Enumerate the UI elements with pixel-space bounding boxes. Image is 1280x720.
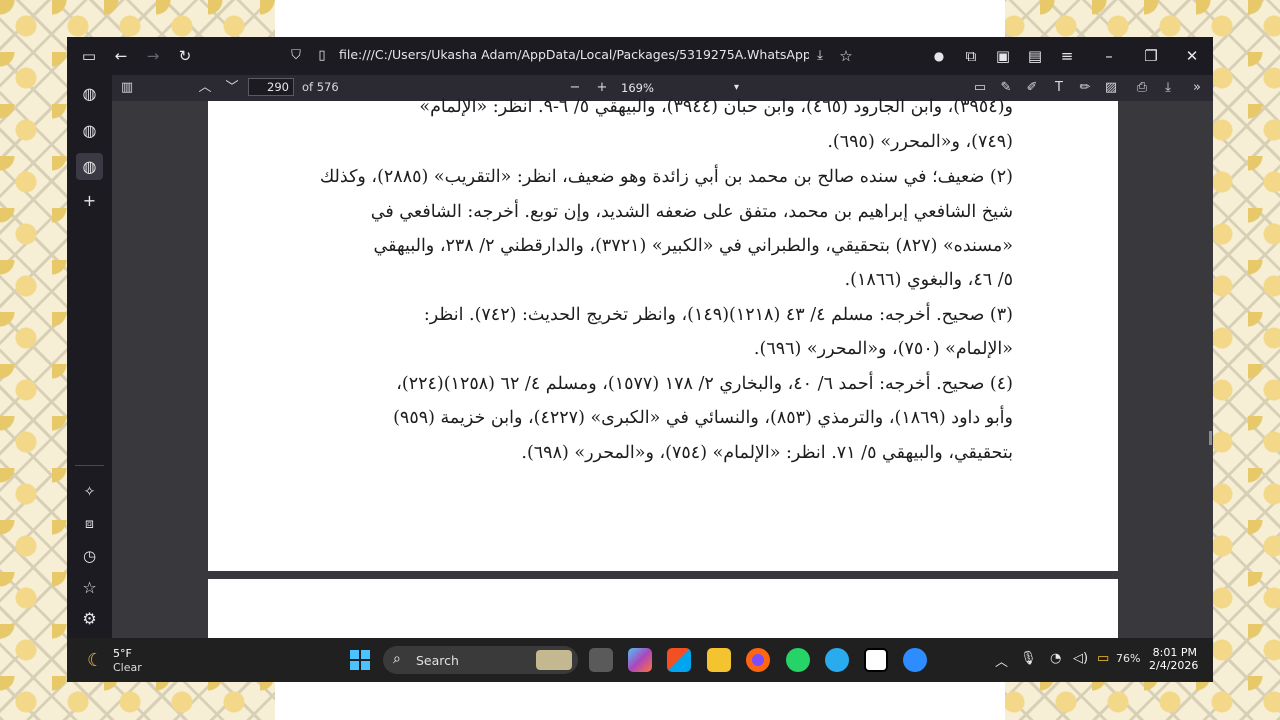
more-tools-icon[interactable]: » [1186, 78, 1208, 98]
taskbar: ☾ 5°F Clear ⌕ Search ︿ 🎙 ◔ ◁) ▭ 76% 8:01… [67, 638, 1213, 682]
taskbar-search[interactable]: ⌕ Search [383, 646, 578, 674]
previous-page-button[interactable]: ︿ [194, 78, 216, 98]
start-button[interactable] [350, 650, 370, 670]
moon-icon[interactable]: ☾ [87, 650, 103, 671]
chevron-up-icon[interactable]: ︿ [995, 651, 1008, 670]
pdf-viewer[interactable]: و(٣٩٥٤)، وابن الجارود (٤٦٥)، وابن حبان (… [112, 97, 1213, 649]
account-icon[interactable]: ● [927, 45, 951, 67]
shield-icon[interactable]: ⛉ [284, 45, 308, 67]
image-icon[interactable]: ▨ [1100, 78, 1122, 98]
page-total-label: of 576 [302, 80, 339, 94]
sparkle-icon[interactable]: ✧ [76, 479, 103, 506]
wifi-icon[interactable]: ◔ [1050, 651, 1061, 666]
container-icon[interactable]: ▣ [991, 45, 1015, 67]
extensions-icon[interactable]: ⧉ [959, 45, 983, 67]
download-icon[interactable]: ⤓ [808, 45, 832, 67]
telegram-icon[interactable] [825, 648, 849, 672]
volume-icon[interactable]: ◁) [1073, 651, 1088, 666]
weather-temperature[interactable]: 5°F [113, 647, 132, 660]
whatsapp-icon[interactable] [786, 648, 810, 672]
text-line: (٤) صحيح. أخرجه: أحمد ٦/ ٤٠، والبخاري ٢/… [396, 374, 1013, 394]
firefox-icon[interactable] [746, 648, 770, 672]
web-panel-icon[interactable]: ◍ [76, 153, 103, 180]
microphone-icon[interactable]: 🎙 [1020, 651, 1037, 666]
highlight-icon[interactable]: ✐ [1021, 78, 1043, 98]
text-line: وأبو داود (١٨٦٩)، والترمذي (٨٥٣)، والنسا… [393, 408, 1013, 428]
background-panel-top [275, 0, 1005, 38]
sidebar-toggle-icon[interactable]: ▥ [116, 78, 138, 98]
browser-sidebar: ◍ ◍ ◍ + ✧ ⧈ ◷ ☆ ⚙ [67, 75, 112, 637]
next-page-button[interactable]: ﹀ [221, 78, 243, 98]
battery-icon[interactable]: ▭ [1097, 651, 1109, 666]
page-number-input[interactable]: 290 [248, 78, 294, 96]
web-panel-icon[interactable]: ◍ [76, 80, 103, 107]
bookmarks-icon[interactable]: ☆ [76, 574, 103, 601]
menu-icon[interactable]: ≡ [1055, 45, 1079, 67]
bookmark-star-icon[interactable]: ☆ [834, 45, 858, 67]
store-icon[interactable] [667, 648, 691, 672]
maximize-button[interactable]: ❐ [1139, 45, 1163, 67]
text-line: «الإلمام» (٧٥٠)، و«المحرر» (٦٩٦). [753, 339, 1013, 359]
zoom-icon[interactable] [903, 648, 927, 672]
print-icon[interactable]: ⎙ [1131, 78, 1153, 98]
forward-button[interactable]: → [141, 45, 165, 67]
text-line: (٧٤٩)، و«المحرر» (٦٩٥). [827, 132, 1013, 152]
history-icon[interactable]: ◷ [76, 543, 103, 570]
text-line: شيخ الشافعي إبراهيم بن محمد، متفق على ضع… [370, 202, 1013, 222]
text-line: ٥/ ٤٦، والبغوي (١٨٦٦). [844, 270, 1013, 290]
reader-icon[interactable]: ▤ [1023, 45, 1047, 67]
draw-icon[interactable]: ✏ [1074, 78, 1096, 98]
copilot-icon[interactable] [628, 648, 652, 672]
sidebar-toggle-icon[interactable]: ▭ [77, 45, 101, 67]
settings-gear-icon[interactable]: ⚙ [76, 605, 103, 632]
clock-date: 2/4/2026 [1149, 659, 1199, 672]
text-line: بتحقيقي، والبيهقي ٥/ ٧١. انظر: «الإلمام»… [521, 443, 1013, 463]
browser-toolbar: ▭ ← → ↻ ⛉ ▯ file:///C:/Users/Ukasha Adam… [67, 37, 1213, 75]
save-icon[interactable]: ⤓ [1157, 78, 1179, 98]
file-explorer-icon[interactable] [707, 648, 731, 672]
clock-time: 8:01 PM [1152, 646, 1197, 659]
minimize-button[interactable]: – [1097, 45, 1121, 67]
reload-button[interactable]: ↻ [173, 45, 197, 67]
search-icon: ⌕ [393, 651, 401, 667]
weather-description[interactable]: Clear [113, 661, 142, 674]
text-line: (٣) صحيح. أخرجه: مسلم ٤/ ٤٣ (١٢١٨)(١٤٩)،… [423, 305, 1013, 325]
pdf-page: و(٣٩٥٤)، وابن الجارود (٤٦٥)، وابن حبان (… [208, 97, 1118, 571]
text-line: «مسنده» (٨٢٧) بتحقيقي، والطبراني في «الك… [373, 236, 1013, 256]
browser-window: ▭ ← → ↻ ⛉ ▯ file:///C:/Users/Ukasha Adam… [67, 37, 1213, 682]
notion-icon[interactable] [864, 648, 888, 672]
search-highlight-image [536, 650, 572, 670]
web-panel-icon[interactable]: ◍ [76, 117, 103, 144]
text-line: و(٣٩٥٤)، وابن الجارود (٤٦٥)، وابن حبان (… [419, 97, 1013, 117]
add-panel-icon[interactable]: + [76, 187, 103, 214]
system-clock[interactable]: 8:01 PM 2/4/2026 [1149, 646, 1199, 672]
url-bar[interactable]: file:///C:/Users/Ukasha Adam/AppData/Loc… [339, 47, 809, 65]
back-button[interactable]: ← [109, 45, 133, 67]
sidebar-divider [75, 465, 104, 466]
background-panel-bottom [275, 682, 1005, 720]
battery-percent: 76% [1116, 652, 1141, 665]
sync-icon[interactable]: ⧈ [76, 511, 103, 538]
close-button[interactable]: ✕ [1180, 45, 1204, 67]
text-icon[interactable]: T [1048, 78, 1070, 98]
text-line: (٢) ضعيف؛ في سنده صالح بن محمد بن أبي زا… [319, 167, 1013, 187]
task-view-icon[interactable] [589, 648, 613, 672]
scrollbar[interactable] [1209, 431, 1212, 445]
page-icon: ▯ [318, 48, 326, 63]
search-label: Search [416, 653, 459, 668]
